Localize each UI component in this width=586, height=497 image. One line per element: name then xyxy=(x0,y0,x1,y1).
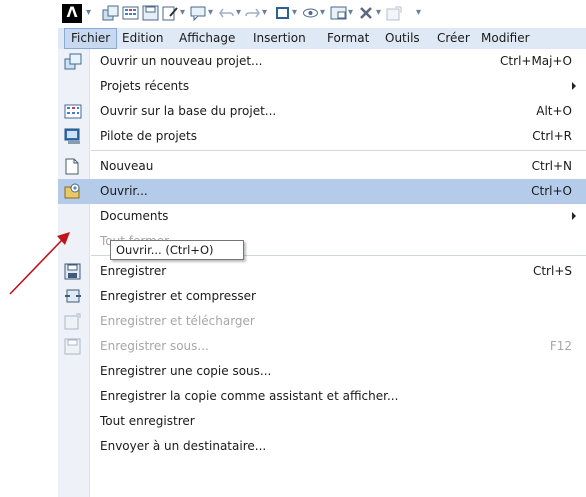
annotation-arrow xyxy=(9,232,70,295)
